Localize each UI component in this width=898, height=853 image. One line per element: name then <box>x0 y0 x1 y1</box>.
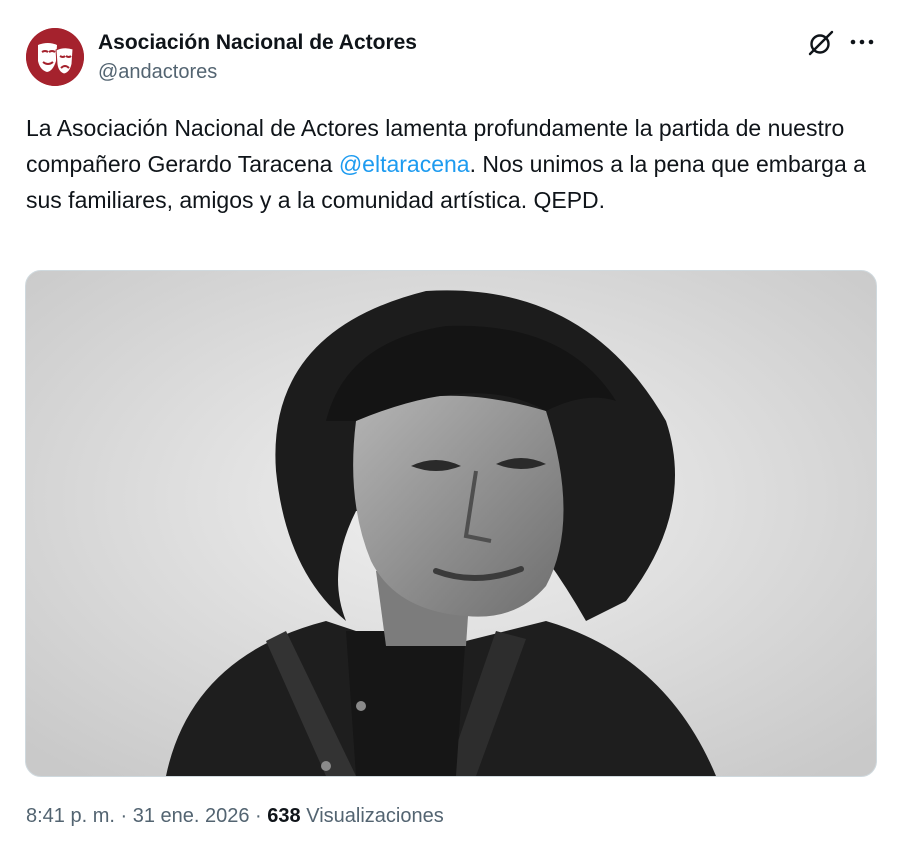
tweet: Asociación Nacional de Actores @andactor… <box>0 0 898 853</box>
tweet-time[interactable]: 8:41 p. m. <box>26 805 115 827</box>
grok-icon[interactable] <box>806 28 836 58</box>
mention-link[interactable]: @eltaracena <box>339 151 470 177</box>
tweet-text: La Asociación Nacional de Actores lament… <box>26 110 878 218</box>
meta-separator: · <box>114 805 133 827</box>
tweet-date[interactable]: 31 ene. 2026 <box>133 805 250 827</box>
handle[interactable]: @andactores <box>98 59 417 85</box>
theater-masks-logo-icon <box>26 28 84 86</box>
avatar[interactable] <box>26 28 84 86</box>
tweet-meta: 8:41 p. m. · 31 ene. 2026 · 638 Visualiz… <box>26 803 444 829</box>
views-label: Visualizaciones <box>300 805 444 827</box>
more-icon[interactable] <box>848 30 876 54</box>
display-name[interactable]: Asociación Nacional de Actores <box>98 30 417 56</box>
meta-separator: · <box>249 805 268 827</box>
author-block: Asociación Nacional de Actores @andactor… <box>98 30 417 85</box>
portrait-photo <box>26 271 876 776</box>
tweet-photo[interactable] <box>25 270 877 777</box>
views-count: 638 <box>267 805 301 827</box>
